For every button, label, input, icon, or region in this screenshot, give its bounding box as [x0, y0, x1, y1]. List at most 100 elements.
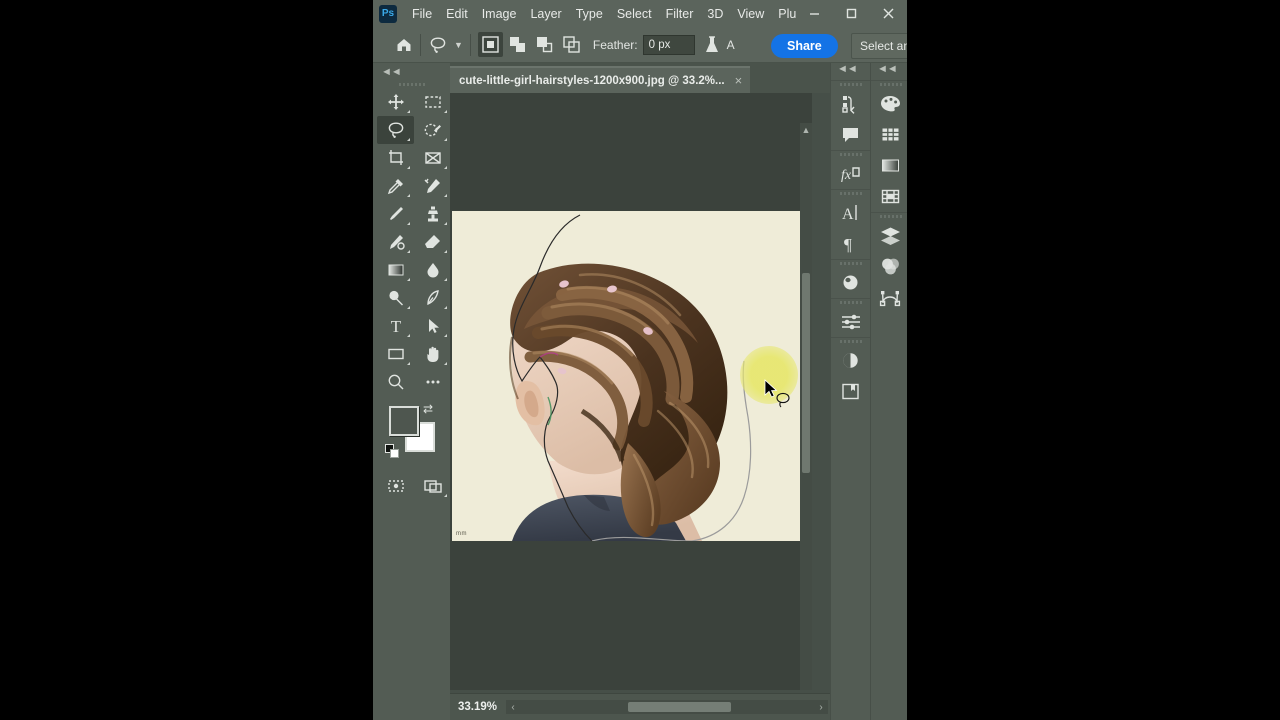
swatches-panel-icon[interactable] — [871, 119, 907, 150]
collapse-rail-a-icon[interactable]: ◄◄ — [831, 63, 870, 80]
gradient-tool[interactable] — [377, 256, 414, 284]
artboard[interactable]: mm — [452, 211, 804, 541]
rail-drag-handle[interactable] — [831, 338, 870, 345]
history-brush-tool[interactable] — [377, 228, 414, 256]
horizontal-scroll-track[interactable] — [520, 702, 814, 712]
rail-drag-handle[interactable] — [831, 81, 870, 88]
subtract-from-selection-button[interactable] — [532, 32, 557, 57]
maximize-icon[interactable] — [833, 0, 870, 27]
styles-panel-icon[interactable]: fx — [831, 158, 870, 189]
3d-panel-icon[interactable] — [831, 267, 870, 298]
patterns-panel-icon[interactable] — [871, 181, 907, 212]
collapse-rail-b-icon[interactable]: ◄◄ — [871, 63, 907, 80]
share-button[interactable]: Share — [771, 34, 838, 58]
canvas-horizontal-scrollbar[interactable]: ‹ › — [506, 700, 828, 714]
divider — [420, 33, 421, 56]
character-panel-icon[interactable]: A — [831, 197, 870, 228]
photoshop-logo: Ps — [379, 4, 397, 23]
vertical-scroll-thumb[interactable] — [802, 273, 810, 473]
document-tab[interactable]: cute-little-girl-hairstyles-1200x900.jpg… — [450, 66, 751, 93]
minimize-icon[interactable] — [796, 0, 833, 27]
eraser-tool[interactable] — [414, 228, 451, 256]
menu-item-type[interactable]: Type — [569, 3, 610, 25]
collapse-tools-icon[interactable]: ◄◄ — [373, 63, 450, 80]
lasso-cursor-icon — [776, 392, 790, 408]
paths-panel-icon[interactable] — [871, 282, 907, 313]
move-tool[interactable] — [377, 88, 414, 116]
rectangular-marquee-tool[interactable] — [414, 88, 451, 116]
rail-drag-handle[interactable] — [831, 299, 870, 306]
selection-mode-group — [477, 32, 584, 57]
clone-stamp-tool[interactable] — [414, 200, 451, 228]
properties-panel-icon[interactable] — [831, 306, 870, 337]
type-tool[interactable]: T — [377, 312, 414, 340]
frame-tool[interactable] — [414, 144, 451, 172]
image-watermark: mm — [456, 531, 467, 537]
active-tool-preset[interactable]: ▼ — [428, 35, 463, 55]
quick-selection-tool[interactable] — [414, 116, 451, 144]
mode-buttons — [377, 472, 450, 500]
close-icon[interactable] — [870, 0, 907, 27]
crop-tool[interactable] — [377, 144, 414, 172]
history-panel-icon[interactable] — [831, 88, 870, 119]
options-bar: ▼ Feather: 0 px A Share Select and M — [373, 27, 907, 63]
chevron-down-icon[interactable]: ▼ — [454, 40, 463, 50]
zoom-tool[interactable] — [377, 368, 414, 396]
zoom-level[interactable]: 33.19% — [458, 701, 506, 713]
dodge-tool[interactable] — [377, 284, 414, 312]
eyedropper-tool[interactable] — [377, 172, 414, 200]
menu-item-image[interactable]: Image — [475, 3, 524, 25]
hand-tool[interactable] — [414, 340, 451, 368]
photoshop-window: Ps File Edit Image Layer Type Select Fil… — [373, 0, 907, 720]
foreground-color-swatch[interactable] — [389, 406, 419, 436]
add-to-selection-button[interactable] — [505, 32, 530, 57]
canvas-vertical-scrollbar[interactable]: ▲ ▼ — [800, 123, 812, 690]
notes-panel-icon[interactable] — [831, 119, 870, 150]
tools-drag-handle[interactable] — [373, 80, 450, 88]
menu-item-filter[interactable]: Filter — [659, 3, 701, 25]
layers-panel-icon[interactable] — [871, 220, 907, 251]
rail-drag-handle[interactable] — [871, 81, 907, 88]
channels-panel-icon[interactable] — [871, 251, 907, 282]
menu-item-file[interactable]: File — [405, 3, 439, 25]
horizontal-scroll-thumb[interactable] — [628, 702, 731, 712]
feather-input[interactable]: 0 px — [642, 34, 695, 55]
spot-healing-brush-tool[interactable] — [414, 172, 451, 200]
edit-toolbar-button[interactable] — [414, 368, 451, 396]
rail-group-type: A ¶ — [831, 189, 870, 259]
swap-arrow-icon[interactable]: ⇄ — [423, 402, 433, 416]
rail-drag-handle[interactable] — [831, 190, 870, 197]
blur-tool[interactable] — [414, 256, 451, 284]
menu-item-3d[interactable]: 3D — [700, 3, 730, 25]
menu-item-layer[interactable]: Layer — [523, 3, 568, 25]
lasso-tool[interactable] — [377, 116, 414, 144]
flask-icon[interactable] — [703, 35, 721, 55]
brush-tool[interactable] — [377, 200, 414, 228]
rail-drag-handle[interactable] — [831, 260, 870, 267]
chevron-left-icon[interactable]: ‹ — [506, 702, 520, 713]
adjustments-panel-icon[interactable] — [831, 345, 870, 376]
scroll-up-icon[interactable]: ▲ — [800, 123, 812, 137]
path-selection-tool[interactable] — [414, 312, 451, 340]
screen-mode-icon[interactable] — [414, 472, 451, 500]
paragraph-panel-icon[interactable]: ¶ — [831, 228, 870, 259]
color-panel-icon[interactable] — [871, 88, 907, 119]
rail-drag-handle[interactable] — [871, 213, 907, 220]
gradients-panel-icon[interactable] — [871, 150, 907, 181]
quick-mask-icon[interactable] — [377, 472, 414, 500]
default-colors-icon[interactable] — [385, 444, 400, 459]
select-and-mask-button[interactable]: Select and M — [851, 33, 907, 59]
menu-item-select[interactable]: Select — [610, 3, 659, 25]
rail-drag-handle[interactable] — [831, 151, 870, 158]
home-icon[interactable] — [395, 36, 413, 54]
canvas[interactable]: mm ▲ ▼ — [450, 93, 812, 690]
libraries-panel-icon[interactable] — [831, 376, 870, 407]
menu-item-edit[interactable]: Edit — [439, 3, 475, 25]
new-selection-button[interactable] — [477, 32, 503, 57]
menu-item-view[interactable]: View — [730, 3, 771, 25]
intersect-with-selection-button[interactable] — [559, 32, 584, 57]
rectangle-tool[interactable] — [377, 340, 414, 368]
close-icon[interactable]: × — [735, 73, 743, 88]
chevron-right-icon[interactable]: › — [814, 702, 828, 713]
pen-tool[interactable] — [414, 284, 451, 312]
